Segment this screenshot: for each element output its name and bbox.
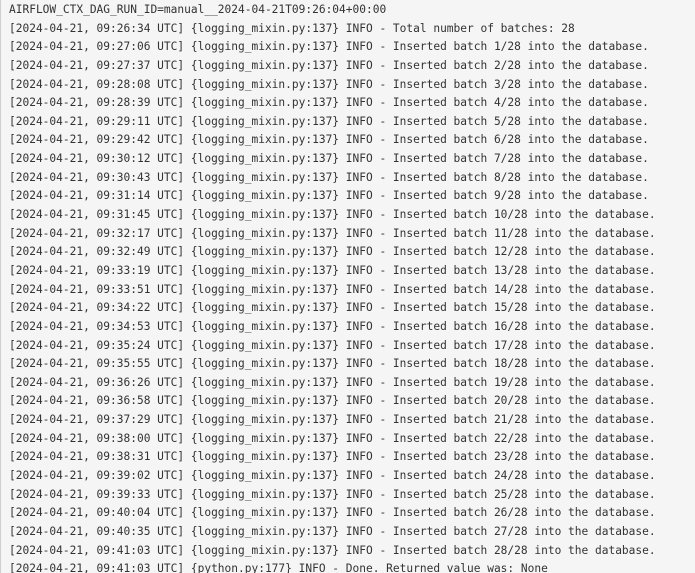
log-content: AIRFLOW_CTX_DAG_RUN_ID=manual__2024-04-2… [9,1,656,573]
log-line: [2024-04-21, 09:33:51 UTC] {logging_mixi… [9,282,656,296]
log-line: [2024-04-21, 09:28:39 UTC] {logging_mixi… [9,96,649,110]
log-line: [2024-04-21, 09:36:26 UTC] {logging_mixi… [9,375,656,389]
log-line: [2024-04-21, 09:35:24 UTC] {logging_mixi… [9,338,656,352]
log-line: [2024-04-21, 09:40:35 UTC] {logging_mixi… [9,524,656,538]
log-line: [2024-04-21, 09:38:31 UTC] {logging_mixi… [9,450,656,464]
log-line: [2024-04-21, 09:31:45 UTC] {logging_mixi… [9,208,656,222]
log-line: [2024-04-21, 09:30:12 UTC] {logging_mixi… [9,152,649,166]
log-line: [2024-04-21, 09:29:42 UTC] {logging_mixi… [9,133,649,147]
log-line: [2024-04-21, 09:33:19 UTC] {logging_mixi… [9,263,656,277]
log-line: [2024-04-21, 09:32:17 UTC] {logging_mixi… [9,226,656,240]
log-line: [2024-04-21, 09:29:11 UTC] {logging_mixi… [9,114,649,128]
log-line: AIRFLOW_CTX_DAG_RUN_ID=manual__2024-04-2… [9,3,387,16]
log-line: [2024-04-21, 09:39:33 UTC] {logging_mixi… [9,487,656,501]
log-line: [2024-04-21, 09:40:04 UTC] {logging_mixi… [9,506,656,520]
log-line: [2024-04-21, 09:34:22 UTC] {logging_mixi… [9,301,656,315]
log-line: [2024-04-21, 09:35:55 UTC] {logging_mixi… [9,357,656,371]
log-line: [2024-04-21, 09:27:06 UTC] {logging_mixi… [9,40,649,54]
log-line: [2024-04-21, 09:39:02 UTC] {logging_mixi… [9,469,656,483]
log-line: [2024-04-21, 09:28:08 UTC] {logging_mixi… [9,77,649,91]
log-line: [2024-04-21, 09:36:58 UTC] {logging_mixi… [9,394,656,408]
log-line: [2024-04-21, 09:41:03 UTC] {logging_mixi… [9,543,656,557]
log-line: [2024-04-21, 09:34:53 UTC] {logging_mixi… [9,319,656,333]
log-line: [2024-04-21, 09:37:29 UTC] {logging_mixi… [9,413,656,427]
log-viewer[interactable]: AIRFLOW_CTX_DAG_RUN_ID=manual__2024-04-2… [0,0,695,573]
log-line: [2024-04-21, 09:27:37 UTC] {logging_mixi… [9,58,649,72]
log-line: [2024-04-21, 09:38:00 UTC] {logging_mixi… [9,431,656,445]
log-line: [2024-04-21, 09:30:43 UTC] {logging_mixi… [9,170,649,184]
log-line: [2024-04-21, 09:26:34 UTC] {logging_mixi… [9,21,575,35]
log-line: [2024-04-21, 09:41:03 UTC] {python.py:17… [9,562,548,573]
log-line: [2024-04-21, 09:32:49 UTC] {logging_mixi… [9,245,656,259]
log-line: [2024-04-21, 09:31:14 UTC] {logging_mixi… [9,189,649,203]
